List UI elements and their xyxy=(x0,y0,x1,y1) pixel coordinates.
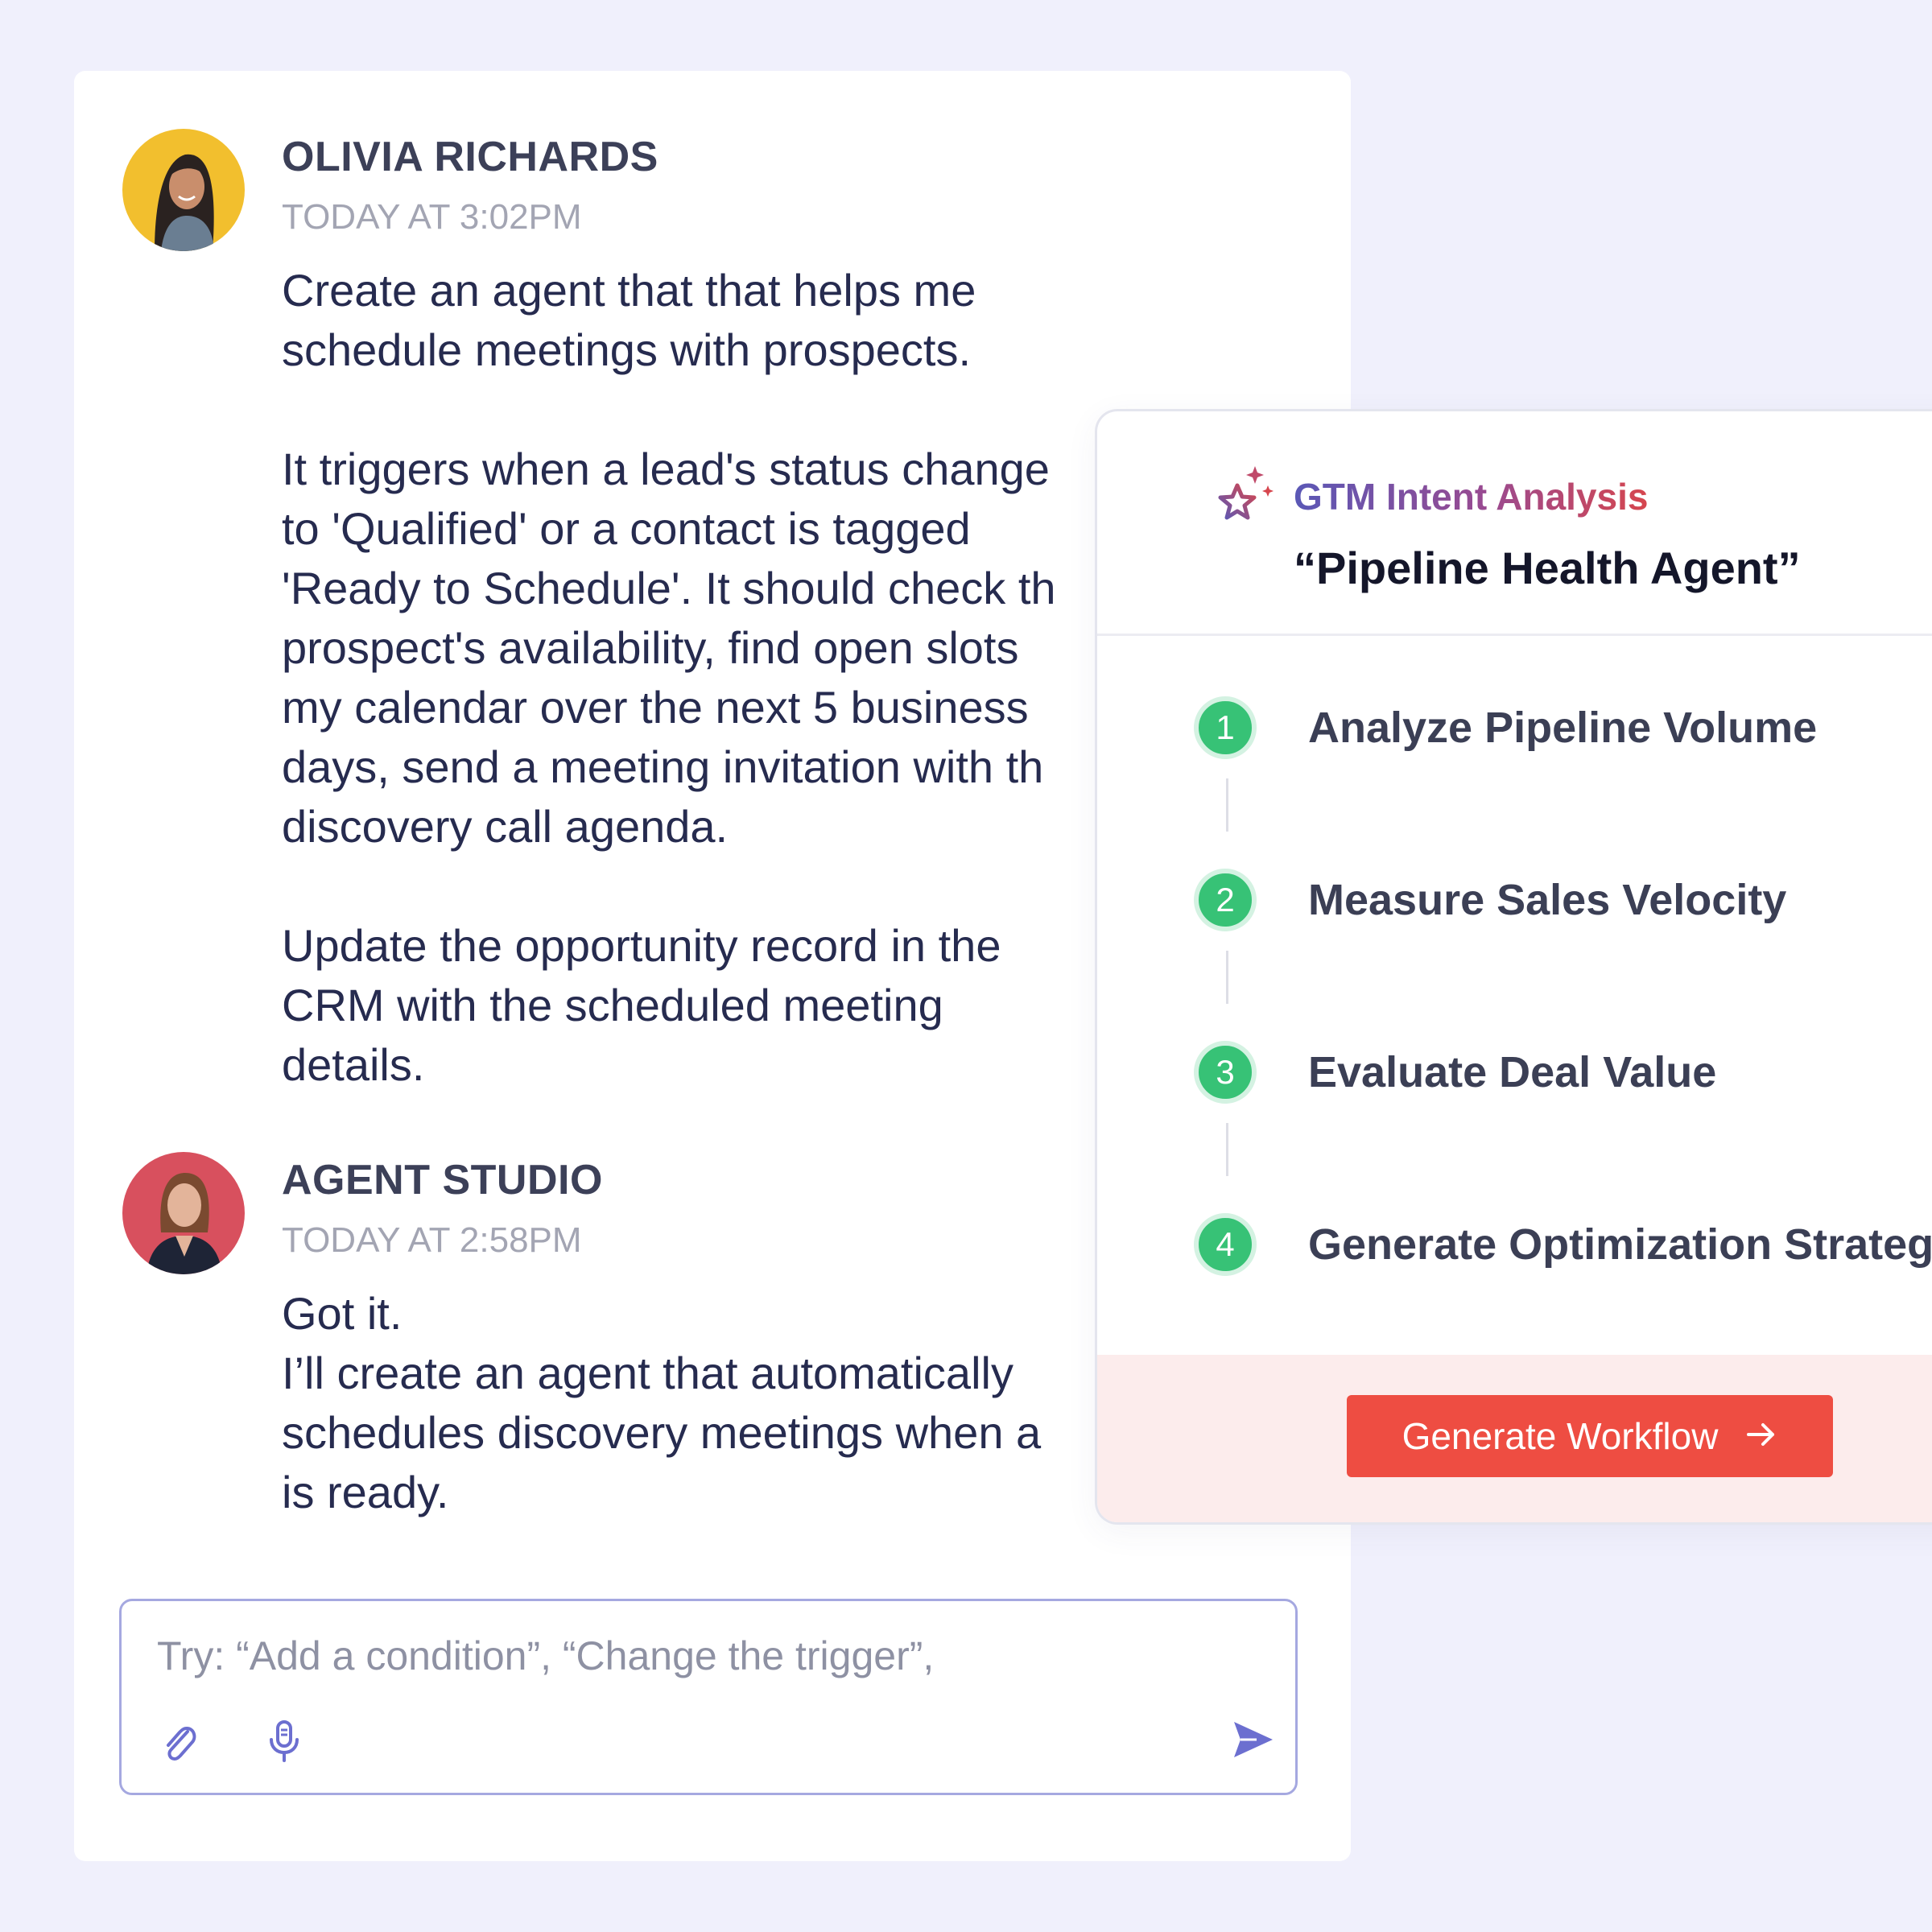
step-label: Evaluate Deal Value xyxy=(1308,1048,1717,1096)
step-connector xyxy=(1226,1123,1228,1176)
avatar xyxy=(122,129,245,251)
sparkle-star-icon xyxy=(1215,461,1279,530)
workflow-step: 4 Generate Optimization Strategy xyxy=(1097,1213,1932,1294)
step-label: Generate Optimization Strategy xyxy=(1308,1220,1932,1269)
generate-workflow-label: Generate Workflow xyxy=(1402,1415,1719,1457)
card-title: “Pipeline Health Agent” xyxy=(1294,543,1801,593)
generate-workflow-button[interactable]: Generate Workflow xyxy=(1347,1395,1833,1477)
workflow-step: 3 Evaluate Deal Value xyxy=(1097,1041,1932,1121)
step-label: Analyze Pipeline Volume xyxy=(1308,704,1818,752)
step-number-badge: 2 xyxy=(1194,869,1257,931)
step-number-badge: 3 xyxy=(1194,1041,1257,1104)
arrow-right-icon xyxy=(1745,1414,1777,1458)
step-connector xyxy=(1226,951,1228,1004)
message-timestamp: TODAY AT 2:58PM xyxy=(282,1220,582,1260)
step-number-badge: 4 xyxy=(1194,1213,1257,1276)
message-input[interactable] xyxy=(157,1624,1236,1688)
message-timestamp: TODAY AT 3:02PM xyxy=(282,197,582,237)
message-author: OLIVIA RICHARDS xyxy=(282,134,658,180)
message-text: Got it. I’ll create an agent that automa… xyxy=(282,1288,1042,1517)
message-text: Create an agent that that helps me sched… xyxy=(282,265,1056,1090)
step-number-badge: 1 xyxy=(1194,696,1257,759)
workflow-step: 1 Analyze Pipeline Volume xyxy=(1097,696,1932,777)
message-author: AGENT STUDIO xyxy=(282,1157,603,1203)
card-label: GTM Intent Analysis xyxy=(1294,473,1648,521)
avatar xyxy=(122,1152,245,1274)
send-icon[interactable] xyxy=(1231,1719,1276,1765)
microphone-icon[interactable] xyxy=(268,1719,300,1768)
workflow-card: GTM Intent Analysis “Pipeline Health Age… xyxy=(1095,409,1932,1525)
message-composer xyxy=(119,1599,1298,1795)
workflow-steps: 1 Analyze Pipeline Volume 2 Measure Sale… xyxy=(1097,634,1932,1326)
step-connector xyxy=(1226,778,1228,832)
step-label: Measure Sales Velocity xyxy=(1308,876,1787,924)
workflow-step: 2 Measure Sales Velocity xyxy=(1097,869,1932,949)
card-footer: Generate Workflow xyxy=(1097,1355,1932,1522)
card-header: GTM Intent Analysis “Pipeline Health Age… xyxy=(1097,411,1932,636)
paperclip-icon[interactable] xyxy=(160,1720,199,1769)
